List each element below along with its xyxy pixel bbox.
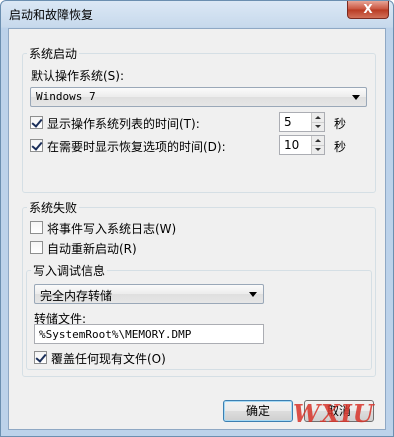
default-os-value: Windows 7 <box>36 90 96 103</box>
show-list-unit: 秒 <box>334 117 347 131</box>
debug-group-title: 写入调试信息 <box>31 262 108 279</box>
show-list-checkbox[interactable] <box>30 116 43 129</box>
spin-down-icon[interactable] <box>312 145 324 154</box>
write-event-label: 将事件写入系统日志(W) <box>47 222 177 236</box>
spin-up-icon[interactable] <box>312 113 324 122</box>
show-recovery-label: 在需要时显示恢复选项的时间(D): <box>47 140 226 154</box>
watermark-logo: WXIU <box>293 399 375 428</box>
show-recovery-checkbox[interactable] <box>30 139 43 152</box>
default-os-select[interactable]: Windows 7 <box>30 87 367 107</box>
show-list-value: 5 <box>284 115 292 129</box>
show-list-spinner[interactable]: 5 <box>279 112 325 132</box>
close-icon: X <box>363 2 373 16</box>
chevron-down-icon <box>249 292 257 297</box>
show-recovery-spinner[interactable]: 10 <box>279 135 325 155</box>
dump-file-value: %SystemRoot%\MEMORY.DMP <box>39 328 192 341</box>
write-event-checkbox[interactable] <box>30 221 43 234</box>
close-button[interactable]: X <box>347 1 389 19</box>
dialog-window: 启动和故障恢复 X 系统启动 默认操作系统(S): Windows 7 显示操作… <box>0 0 394 437</box>
show-recovery-unit: 秒 <box>334 140 347 154</box>
overwrite-checkbox[interactable] <box>34 351 47 364</box>
startup-group-title: 系统启动 <box>27 45 80 62</box>
ok-button[interactable]: 确定 <box>223 400 293 422</box>
show-recovery-value: 10 <box>284 138 300 152</box>
dialog-body: 系统启动 默认操作系统(S): Windows 7 显示操作系统列表的时间(T)… <box>8 28 386 430</box>
dump-type-value: 完全内存转储 <box>40 289 113 303</box>
auto-restart-label: 自动重新启动(R) <box>47 242 137 256</box>
window-title: 启动和故障恢复 <box>9 8 94 22</box>
spin-down-icon[interactable] <box>312 122 324 131</box>
dump-file-input[interactable]: %SystemRoot%\MEMORY.DMP <box>34 324 264 344</box>
default-os-label: 默认操作系统(S): <box>31 69 125 83</box>
title-bar[interactable]: 启动和故障恢复 X <box>1 1 393 27</box>
failure-group-title: 系统失败 <box>27 199 80 216</box>
auto-restart-checkbox[interactable] <box>30 241 43 254</box>
show-list-label: 显示操作系统列表的时间(T): <box>47 117 200 131</box>
overwrite-label: 覆盖任何现有文件(O) <box>51 352 166 366</box>
chevron-down-icon <box>352 95 360 100</box>
spin-up-icon[interactable] <box>312 136 324 145</box>
dump-type-select[interactable]: 完全内存转储 <box>34 284 264 304</box>
